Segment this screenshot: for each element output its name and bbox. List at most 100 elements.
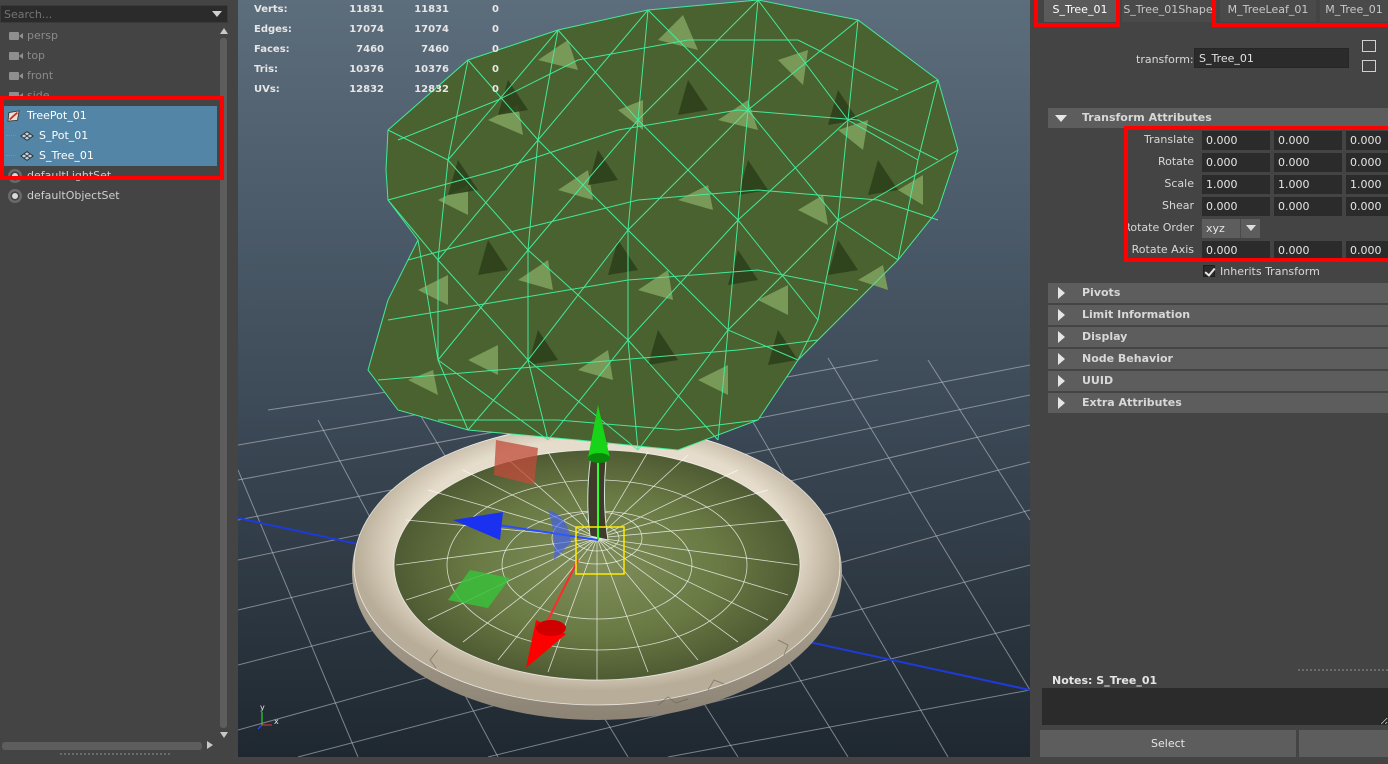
translate-z-field[interactable] (1346, 131, 1388, 150)
notes-label: Notes: (1052, 674, 1093, 687)
select-button[interactable]: Select (1040, 730, 1296, 757)
shear-label: Shear (1162, 199, 1194, 212)
hud-value: 17074 (414, 24, 449, 35)
search-input[interactable] (1, 6, 201, 22)
outliner-item-treepot[interactable]: TreePot_01 (0, 106, 217, 126)
attribute-editor: S_Tree_01 S_Tree_01Shape M_TreeLeaf_01 M… (1034, 0, 1388, 764)
outliner-item-top[interactable]: top (0, 46, 217, 66)
outliner-search[interactable] (0, 5, 228, 23)
hud-label: UVs: (254, 84, 280, 95)
viewport-3d[interactable]: y x Verts: 11831 11831 0 Edges: 17074 17… (238, 0, 1030, 757)
hud-value: 0 (492, 84, 499, 95)
outliner-horizontal-scrollbar[interactable] (0, 741, 217, 750)
inherits-transform-checkbox[interactable] (1203, 265, 1215, 277)
notes-field[interactable] (1042, 688, 1388, 725)
section-pivots[interactable]: Pivots (1048, 283, 1388, 303)
rotate-axis-y-field[interactable] (1274, 241, 1342, 260)
node-name-field[interactable] (1194, 48, 1349, 68)
expand-right-icon (1058, 397, 1065, 409)
outliner-item-label: S_Tree_01 (39, 149, 94, 162)
camera-icon (9, 52, 23, 60)
outliner-item-front[interactable]: front (0, 66, 217, 86)
hud-row-faces: Faces: 7460 7460 0 (254, 40, 514, 60)
section-extra-attributes[interactable]: Extra Attributes (1048, 393, 1388, 413)
hud-value: 12832 (414, 84, 449, 95)
outliner-item-label: defaultObjectSet (27, 189, 120, 202)
scale-x-field[interactable] (1202, 175, 1270, 194)
translate-y-field[interactable] (1274, 131, 1342, 150)
shear-y-field[interactable] (1274, 197, 1342, 216)
search-options-chevron-icon[interactable] (212, 11, 222, 17)
outliner-item-side[interactable]: side (0, 86, 217, 96)
tab-m-tree[interactable]: M_Tree_01 (1320, 0, 1388, 22)
presets-icon[interactable] (1362, 60, 1376, 72)
outliner-item-default-object-set[interactable]: defaultObjectSet (0, 186, 217, 206)
scene-render[interactable] (238, 0, 1030, 757)
secondary-button[interactable] (1299, 730, 1388, 757)
focus-icon[interactable] (1362, 40, 1376, 52)
camera-icon (9, 32, 23, 40)
outliner-item-label: front (27, 69, 54, 82)
mesh-icon (20, 151, 34, 161)
outliner-item-persp[interactable]: persp (0, 26, 217, 46)
mesh-icon (20, 131, 34, 141)
scroll-down-icon[interactable] (220, 732, 228, 738)
hud-value: 7460 (421, 44, 449, 55)
rotate-y-field[interactable] (1274, 153, 1342, 172)
outliner-item-label: defaultLightSet (27, 169, 112, 182)
outliner-item-label: TreePot_01 (27, 109, 87, 122)
tab-s-tree[interactable]: S_Tree_01 (1044, 0, 1116, 22)
rotate-z-field[interactable] (1346, 153, 1388, 172)
camera-icon (9, 72, 23, 80)
outliner-item-label: persp (27, 29, 58, 42)
hud-label: Verts: (254, 4, 288, 15)
expand-right-icon (1058, 375, 1065, 387)
hud-value: 10376 (414, 64, 449, 75)
tab-m-treeleaf[interactable]: M_TreeLeaf_01 (1220, 0, 1316, 22)
section-node-behavior[interactable]: Node Behavior (1048, 349, 1388, 369)
outliner-panel: persp top front side TreePot_01 (0, 0, 232, 764)
rotate-label: Rotate (1157, 155, 1194, 168)
section-limit-information[interactable]: Limit Information (1048, 305, 1388, 325)
set-icon (8, 189, 22, 203)
scale-z-field[interactable] (1346, 175, 1388, 194)
scroll-right-icon[interactable] (207, 741, 213, 749)
rotate-order-dropdown[interactable]: xyz (1202, 219, 1260, 238)
hud-label: Edges: (254, 24, 292, 35)
section-title: Transform Attributes (1082, 111, 1212, 124)
section-transform-attributes[interactable]: Transform Attributes (1048, 108, 1388, 128)
scrollbar-thumb[interactable] (220, 38, 227, 728)
hud-value: 11831 (414, 4, 449, 15)
rotate-x-field[interactable] (1202, 153, 1270, 172)
tab-s-tree-shape[interactable]: S_Tree_01Shape (1122, 0, 1214, 22)
hud-value: 17074 (349, 24, 384, 35)
scroll-up-icon[interactable] (220, 28, 228, 34)
outliner-item-s-pot[interactable]: S_Pot_01 (0, 126, 217, 146)
scrollbar-thumb[interactable] (2, 742, 202, 750)
hud-row-edges: Edges: 17074 17074 0 (254, 20, 514, 40)
hud-value: 10376 (349, 64, 384, 75)
rotate-axis-z-field[interactable] (1346, 241, 1388, 260)
outliner-vertical-scrollbar[interactable] (217, 26, 230, 741)
shear-x-field[interactable] (1202, 197, 1270, 216)
section-display[interactable]: Display (1048, 327, 1388, 347)
rotate-axis-x-field[interactable] (1202, 241, 1270, 260)
chevron-down-icon[interactable] (1240, 219, 1260, 238)
outliner-item-label: S_Pot_01 (39, 129, 89, 142)
panel-resize-grip[interactable] (60, 753, 170, 756)
translate-x-field[interactable] (1202, 131, 1270, 150)
panel-divider[interactable] (1298, 669, 1388, 671)
hud-value: 0 (492, 64, 499, 75)
notes-heading: Notes: S_Tree_01 (1052, 674, 1157, 687)
hud-value: 11831 (349, 4, 384, 15)
outliner-item-s-tree[interactable]: S_Tree_01 (0, 146, 217, 166)
shear-z-field[interactable] (1346, 197, 1388, 216)
section-uuid[interactable]: UUID (1048, 371, 1388, 391)
rotate-axis-label: Rotate Axis (1131, 243, 1194, 256)
outliner-item-default-light-set[interactable]: defaultLightSet (0, 166, 217, 186)
hud-value: 0 (492, 24, 499, 35)
axis-gizmo-y-label: y (260, 703, 265, 712)
scale-y-field[interactable] (1274, 175, 1342, 194)
section-title: Node Behavior (1082, 352, 1173, 365)
section-title: Limit Information (1082, 308, 1191, 321)
